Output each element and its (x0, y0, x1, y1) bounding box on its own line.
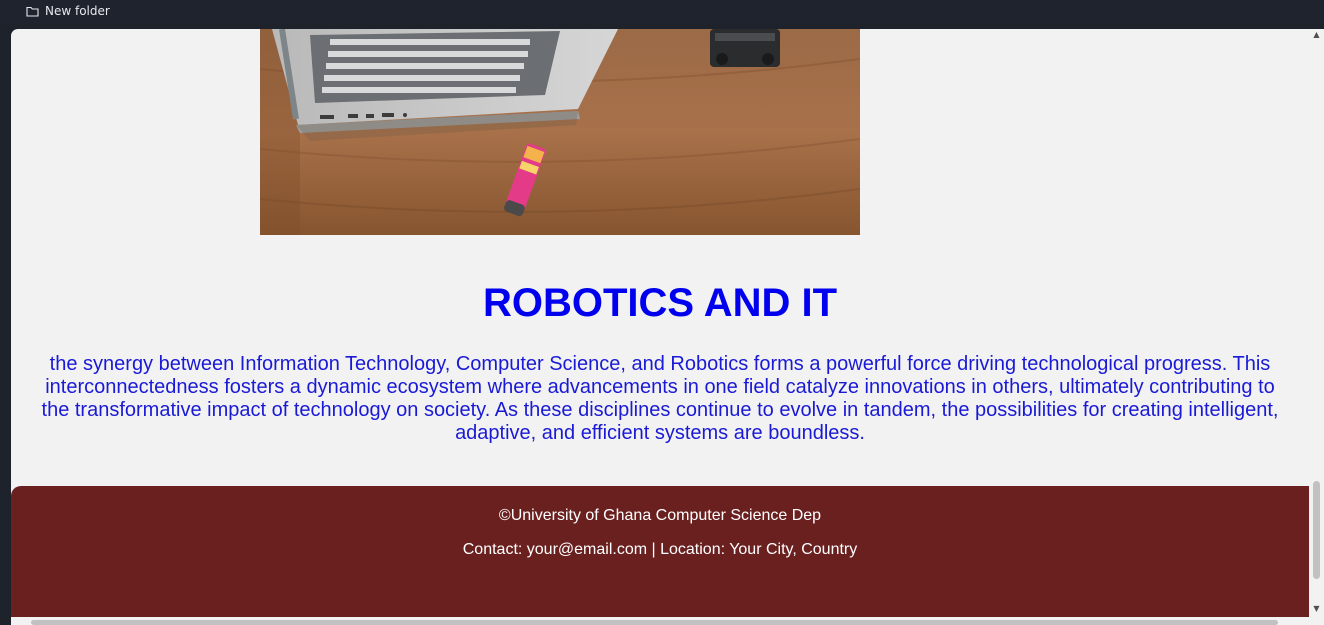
intro-paragraph: the synergy between Information Technolo… (41, 353, 1279, 444)
horizontal-scrollbar-thumb[interactable] (31, 620, 1278, 625)
scroll-down-arrow-icon[interactable]: ▼ (1309, 603, 1324, 615)
scroll-up-arrow-icon[interactable]: ▲ (1309, 29, 1324, 41)
bookmark-label: New folder (45, 4, 110, 18)
page-viewport: ROBOTICS AND IT the synergy between Info… (11, 29, 1309, 617)
page-heading: ROBOTICS AND IT (482, 281, 838, 325)
horizontal-scrollbar[interactable] (11, 617, 1309, 625)
vertical-scrollbar-thumb[interactable] (1313, 481, 1320, 579)
footer-contact: Contact: your@email.com | Location: Your… (462, 541, 858, 558)
folder-icon (26, 6, 39, 17)
footer-copyright: ©University of Ghana Computer Science De… (498, 507, 822, 524)
bookmarks-bar: New folder (0, 0, 1324, 24)
page-footer: ©University of Ghana Computer Science De… (11, 486, 1309, 617)
hero-image (260, 29, 860, 235)
bookmark-new-folder[interactable]: New folder (18, 2, 118, 20)
scrollbar-corner (1309, 617, 1324, 625)
vertical-scrollbar[interactable]: ▲ ▼ (1309, 29, 1324, 617)
